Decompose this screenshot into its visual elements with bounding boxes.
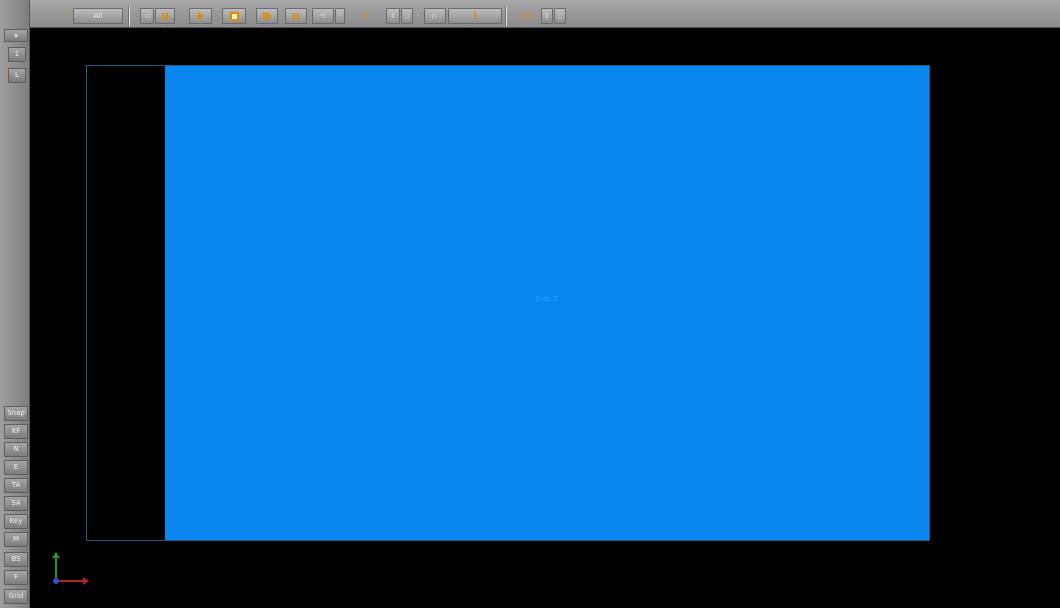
info-icon: i — [473, 10, 477, 21]
clip-1[interactable]: Clip 1 — [165, 66, 929, 540]
panel-toggle-icon: ▾ — [14, 32, 18, 40]
m-button[interactable]: M — [4, 532, 28, 547]
layer-filter-dropdown[interactable]: All — [73, 8, 123, 24]
grip-handle-icon[interactable]: ⋮ — [62, 8, 71, 24]
bs-button[interactable]: BS — [4, 552, 28, 567]
play-icon — [197, 12, 204, 20]
next-keyframe-icon — [293, 12, 299, 20]
y-axis-arrow-icon — [52, 552, 60, 558]
keyframe-button[interactable]: KF — [4, 424, 28, 439]
main-toolbar: ⋮ All ◁ ⟲ - 0 ⇕ ▯ - ▷ i 50 ⇕ ▯ — [0, 0, 1060, 28]
stepper-icon: ⇕ — [390, 11, 396, 20]
grip-handle-icon: ⋮ — [3, 68, 12, 78]
layer-one-button[interactable]: 1 — [8, 47, 26, 62]
step-forward-button[interactable] — [256, 8, 278, 24]
snap-button[interactable]: Snap — [4, 406, 28, 421]
info-button[interactable]: i — [448, 8, 502, 24]
current-frame-field[interactable]: 0 — [352, 8, 380, 24]
left-toolbar: ▾ 1 L ⋮ Snap KF N E TA SA Key M BS F Gri… — [0, 0, 30, 608]
previous-keyframe-icon — [162, 12, 168, 20]
edit-button[interactable]: E — [4, 460, 28, 475]
clip-label: Clip 1 — [535, 295, 559, 303]
ta-button[interactable]: TA — [4, 478, 28, 493]
x-axis-arrow-icon — [83, 577, 89, 585]
fps-value: 50 — [522, 11, 532, 20]
fps-options-icon: ▯ — [558, 11, 562, 20]
current-frame-value: 0 — [363, 11, 369, 20]
loop-icon: ⟲ — [320, 11, 326, 20]
sa-button[interactable]: SA — [4, 496, 28, 511]
previous-keyframe-button[interactable] — [155, 8, 175, 24]
frame-step-back-icon: ▯ — [405, 11, 409, 20]
frame-step-forward-button[interactable]: ▷ — [424, 8, 446, 24]
new-button[interactable]: N — [4, 442, 28, 457]
stepper-icon: ⇕ — [544, 11, 550, 20]
grid-button[interactable]: Grid — [4, 589, 28, 604]
panel-toggle-button[interactable]: ▾ — [4, 29, 28, 42]
fps-stepper[interactable]: ⇕ — [541, 8, 553, 24]
frame-step-separator: - — [416, 11, 420, 20]
key-button[interactable]: Key — [4, 514, 28, 529]
frame-step-forward-icon: ▷ — [432, 11, 438, 20]
toolbar-divider — [505, 6, 507, 26]
step-forward-icon — [262, 12, 272, 20]
play-button[interactable] — [189, 8, 212, 24]
loop-button[interactable]: ⟲ — [312, 8, 334, 24]
f-button[interactable]: F — [4, 570, 28, 585]
frame-step-back-button[interactable]: ▯ — [401, 8, 413, 24]
go-to-start-button[interactable]: ◁ — [140, 8, 154, 24]
x-axis-icon — [55, 580, 85, 582]
dropdown-arrow-icon: - — [338, 11, 342, 20]
stop-button[interactable] — [222, 8, 246, 24]
next-keyframe-button[interactable] — [285, 8, 307, 24]
layer-filter-label: All — [93, 11, 103, 20]
fps-field[interactable]: 50 — [515, 8, 539, 24]
frame-stepper[interactable]: ⇕ — [386, 8, 400, 24]
z-axis-icon — [53, 578, 59, 584]
fps-options-button[interactable]: ▯ — [554, 8, 566, 24]
toolbar-divider — [128, 6, 130, 26]
go-to-start-icon: ◁ — [144, 11, 150, 20]
loop-options-button[interactable]: - — [335, 8, 345, 24]
stop-icon — [229, 11, 239, 21]
